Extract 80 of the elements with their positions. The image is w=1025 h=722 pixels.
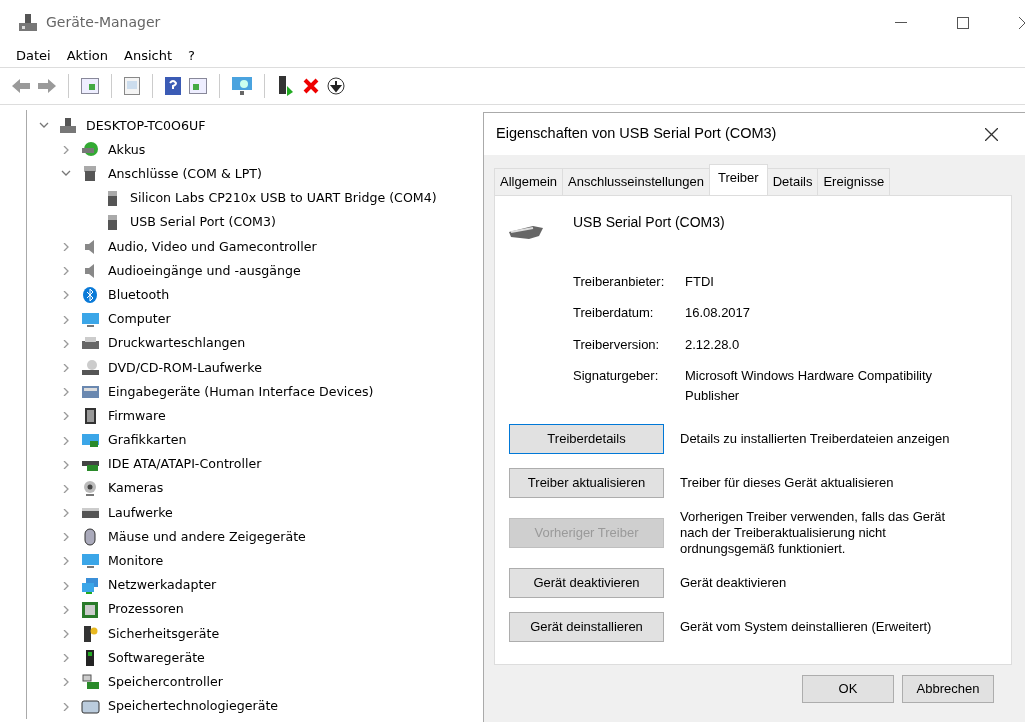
tab[interactable]: Treiber: [708, 164, 768, 195]
device-icon: [81, 697, 100, 716]
device-icon: [81, 358, 100, 377]
download-icon[interactable]: [327, 77, 345, 95]
action-description: Treiber für dieses Gerät aktualisieren: [680, 474, 894, 492]
maximize-icon[interactable]: [957, 16, 969, 29]
property-value: Microsoft Windows Hardware Compatibility Publisher: [685, 367, 934, 405]
tree-item[interactable]: Mäuse und andere Zeigegeräte: [108, 527, 306, 547]
action-button[interactable]: Treiber aktualisieren: [509, 468, 664, 498]
device-icon: [81, 552, 100, 571]
tree-item[interactable]: Anschlüsse (COM & LPT): [108, 165, 262, 184]
property-value: FTDI: [685, 272, 714, 291]
dialog-button[interactable]: OK: [802, 674, 894, 703]
action-button[interactable]: Gerät deaktivieren: [509, 568, 664, 598]
action-button[interactable]: Treiberdetails: [509, 424, 664, 454]
property-label: Treiberanbieter:: [573, 272, 666, 291]
device-icon: [81, 600, 100, 619]
monitor-scan-icon[interactable]: [232, 77, 252, 95]
minimize-icon[interactable]: [895, 21, 907, 24]
device-icon: [59, 117, 78, 136]
property-label: Signaturgeber:: [573, 367, 660, 385]
close-icon[interactable]: [1019, 16, 1025, 29]
window-title: Geräte-Manager: [46, 13, 161, 32]
tab[interactable]: Ereignisse: [817, 168, 891, 195]
tree-item[interactable]: Silicon Labs CP210x USB to UART Bridge (COM4): [130, 189, 437, 209]
tree-item[interactable]: Druckwarteschlangen: [108, 334, 246, 354]
tree-item[interactable]: DVD/CD-ROM-Laufwerke: [108, 358, 262, 378]
action-description: Gerät vom System deinstallieren (Erweitert): [680, 618, 932, 636]
property-label: Treiberversion:: [573, 335, 661, 354]
device-name: USB Serial Port (COM3): [573, 212, 725, 232]
help-icon[interactable]: [165, 77, 181, 95]
menu-item[interactable]: Aktion: [58, 46, 116, 66]
property-label: Treiberdatum:: [573, 304, 655, 322]
device-icon: [81, 673, 100, 692]
tree-item[interactable]: Kameras: [108, 479, 164, 499]
tree-item[interactable]: Audioeingänge und -ausgänge: [108, 261, 301, 281]
action-description: Gerät deaktivieren: [680, 574, 787, 592]
window-pane-icon[interactable]: [81, 78, 99, 94]
tree-item[interactable]: Sicherheitsgeräte: [108, 624, 220, 644]
tree-item[interactable]: DESKTOP-TC0O6UF: [86, 116, 206, 136]
tree-item[interactable]: Akkus: [108, 140, 146, 160]
tree-item[interactable]: USB Serial Port (COM3): [130, 213, 276, 233]
tree-item[interactable]: Bluetooth: [108, 285, 170, 305]
tree-item[interactable]: Firmware: [108, 406, 166, 426]
device-icon: [81, 286, 100, 305]
menu-item[interactable]: ?: [180, 46, 203, 66]
properties-icon[interactable]: [124, 77, 140, 95]
action-description: Details zu installierten Treiberdateien anzeigen: [680, 430, 950, 448]
tree-item[interactable]: Monitore: [108, 552, 164, 571]
tree-item[interactable]: Speichercontroller: [108, 672, 223, 692]
tree-item[interactable]: Netzwerkadapter: [108, 576, 217, 596]
tree-item[interactable]: Audio, Video und Gamecontroller: [108, 237, 317, 257]
menu-item[interactable]: Datei: [8, 46, 59, 66]
dialog-title: Eigenschaften von USB Serial Port (COM3): [496, 124, 777, 144]
tree-item[interactable]: Prozessoren: [108, 600, 184, 620]
property-value: 2.12.28.0: [685, 335, 740, 354]
tree-item[interactable]: IDE ATA/ATAPI-Controller: [108, 455, 262, 475]
tree-item[interactable]: Speichertechnologiegeräte: [108, 697, 279, 717]
device-add-icon[interactable]: [277, 76, 295, 96]
tree-item[interactable]: Eingabegeräte (Human Interface Devices): [108, 382, 374, 402]
device-manager-icon: [18, 13, 38, 32]
close-icon[interactable]: [985, 127, 998, 141]
device-icon: [81, 431, 100, 450]
tree-item[interactable]: Softwaregeräte: [108, 648, 205, 668]
action-description: Vorherigen Treiber verwenden, falls das Gerät nach der Treiberaktualisierung nicht ordnungsgemäß funktioniert.: [680, 508, 947, 558]
device-icon: [81, 625, 100, 644]
action-button[interactable]: Gerät deinstallieren: [509, 612, 664, 642]
tree-item[interactable]: Computer: [108, 310, 171, 330]
device-icon: [81, 576, 100, 595]
dialog-button[interactable]: Abbrechen: [902, 674, 994, 703]
back-arrow-icon[interactable]: [12, 79, 30, 93]
delete-icon[interactable]: [303, 78, 319, 94]
device-icon: [81, 310, 100, 329]
property-value: 16.08.2017: [685, 304, 751, 322]
tree-item[interactable]: Grafikkarten: [108, 431, 187, 450]
window-pane-icon[interactable]: [189, 78, 207, 94]
tree-item[interactable]: Laufwerke: [108, 503, 173, 523]
forward-arrow-icon[interactable]: [38, 79, 56, 93]
tab[interactable]: Allgemein: [494, 168, 564, 195]
menu-item[interactable]: Ansicht: [116, 46, 181, 66]
